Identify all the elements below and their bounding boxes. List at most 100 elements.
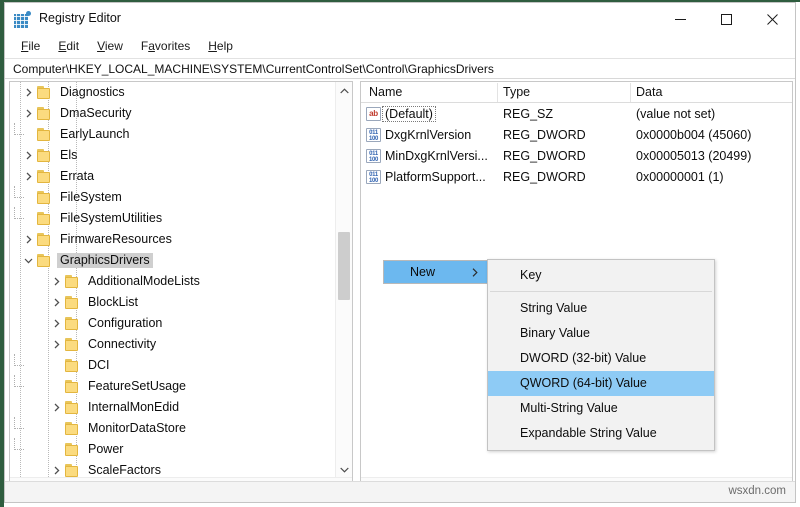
submenu-item-dword-32-bit-value[interactable]: DWORD (32-bit) Value bbox=[488, 346, 714, 371]
tree-scroll-thumb[interactable] bbox=[338, 232, 350, 300]
submenu-item-expandable-string-value[interactable]: Expandable String Value bbox=[488, 421, 714, 446]
submenu-item-multi-string-value[interactable]: Multi-String Value bbox=[488, 396, 714, 421]
submenu-item-key[interactable]: Key bbox=[488, 263, 714, 288]
chevron-right-icon[interactable] bbox=[20, 145, 37, 166]
tree-item-diagnostics[interactable]: Diagnostics bbox=[10, 82, 333, 103]
tree-item-label: MonitorDataStore bbox=[85, 421, 189, 436]
maximize-icon[interactable] bbox=[703, 3, 749, 35]
submenu-item-binary-value[interactable]: Binary Value bbox=[488, 321, 714, 346]
folder-icon bbox=[37, 191, 52, 204]
minimize-icon[interactable] bbox=[657, 3, 703, 35]
chevron-right-icon[interactable] bbox=[48, 334, 65, 355]
value-row[interactable]: 011100PlatformSupport...REG_DWORD0x00000… bbox=[361, 167, 792, 188]
folder-icon bbox=[65, 443, 80, 456]
window-controls bbox=[657, 3, 795, 35]
tree-item-label: FileSystemUtilities bbox=[57, 211, 165, 226]
tree-item-filesystem[interactable]: FileSystem bbox=[10, 187, 333, 208]
context-menu-item-new[interactable]: New bbox=[383, 260, 488, 284]
close-icon[interactable] bbox=[749, 3, 795, 35]
folder-icon bbox=[65, 275, 80, 288]
tree-item-label: Errata bbox=[57, 169, 97, 184]
title-bar: Registry Editor bbox=[5, 3, 795, 35]
tree-item-firmwareresources[interactable]: FirmwareResources bbox=[10, 229, 333, 250]
folder-icon bbox=[65, 296, 80, 309]
chevron-right-icon bbox=[472, 266, 478, 280]
value-row[interactable]: 011100DxgKrnlVersionREG_DWORD0x0000b004 … bbox=[361, 125, 792, 146]
tree-item-label: BlockList bbox=[85, 295, 141, 310]
menu-bar: File Edit View Favorites Help bbox=[5, 35, 795, 57]
tree-item-label: Connectivity bbox=[85, 337, 159, 352]
tree-item-label: AdditionalModeLists bbox=[85, 274, 203, 289]
tree-item-dci[interactable]: DCI bbox=[10, 355, 333, 376]
menu-help[interactable]: Help bbox=[199, 39, 242, 53]
menu-favorites[interactable]: Favorites bbox=[132, 39, 199, 53]
chevron-right-icon[interactable] bbox=[20, 166, 37, 187]
tree-item-filesystemutilities[interactable]: FileSystemUtilities bbox=[10, 208, 333, 229]
chevron-right-icon[interactable] bbox=[20, 229, 37, 250]
submenu-item-qword-64-bit-value[interactable]: QWORD (64-bit) Value bbox=[488, 371, 714, 396]
tree-item-power[interactable]: Power bbox=[10, 439, 333, 460]
folder-icon bbox=[37, 86, 52, 99]
values-column-headers: Name Type Data bbox=[361, 82, 792, 103]
tree-item-els[interactable]: Els bbox=[10, 145, 333, 166]
value-name: DxgKrnlVersion bbox=[385, 128, 471, 142]
tree-item-label: FirmwareResources bbox=[57, 232, 175, 247]
tree-elbow-line bbox=[48, 439, 65, 460]
folder-icon bbox=[37, 233, 52, 246]
submenu-item-string-value[interactable]: String Value bbox=[488, 296, 714, 321]
registry-path: Computer\HKEY_LOCAL_MACHINE\SYSTEM\Curre… bbox=[13, 62, 494, 76]
tree-elbow-line bbox=[48, 418, 65, 439]
chevron-right-icon[interactable] bbox=[48, 397, 65, 418]
new-submenu-items: Key String ValueBinary ValueDWORD (32-bit… bbox=[488, 263, 714, 446]
chevron-down-icon[interactable] bbox=[20, 250, 37, 271]
tree-item-internalmonedid[interactable]: InternalMonEdid bbox=[10, 397, 333, 418]
address-bar[interactable]: Computer\HKEY_LOCAL_MACHINE\SYSTEM\Curre… bbox=[5, 58, 795, 79]
folder-icon bbox=[37, 128, 52, 141]
tree-item-dmasecurity[interactable]: DmaSecurity bbox=[10, 103, 333, 124]
string-value-icon: ab bbox=[366, 107, 381, 121]
tree-vertical-scrollbar[interactable] bbox=[335, 82, 352, 478]
tree-item-label: Configuration bbox=[85, 316, 165, 331]
tree-item-label: DCI bbox=[85, 358, 113, 373]
registry-editor-window: Registry Editor File Edit View Favorites… bbox=[4, 2, 796, 503]
tree-item-graphicsdrivers[interactable]: GraphicsDrivers bbox=[10, 250, 333, 271]
tree-item-additionalmodelists[interactable]: AdditionalModeLists bbox=[10, 271, 333, 292]
menu-edit[interactable]: Edit bbox=[49, 39, 88, 53]
chevron-right-icon[interactable] bbox=[48, 292, 65, 313]
tree-row-list: DiagnosticsDmaSecurityEarlyLaunchEls Erra… bbox=[10, 82, 333, 478]
context-menu-new-label: New bbox=[410, 265, 435, 279]
folder-icon bbox=[65, 359, 80, 372]
scroll-up-icon[interactable] bbox=[336, 82, 352, 99]
scroll-down-icon[interactable] bbox=[336, 461, 352, 478]
value-data: 0x0000b004 (45060) bbox=[636, 128, 751, 142]
tree-item-errata[interactable]: Errata bbox=[10, 166, 333, 187]
tree-item-monitordatastore[interactable]: MonitorDataStore bbox=[10, 418, 333, 439]
chevron-right-icon[interactable] bbox=[20, 103, 37, 124]
column-header-data[interactable]: Data bbox=[636, 85, 662, 99]
value-row[interactable]: 011100MinDxgKrnlVersi...REG_DWORD0x00005… bbox=[361, 146, 792, 167]
column-header-type[interactable]: Type bbox=[503, 85, 530, 99]
tree-item-configuration[interactable]: Configuration bbox=[10, 313, 333, 334]
menu-separator bbox=[490, 291, 712, 292]
tree-item-earlylaunch[interactable]: EarlyLaunch bbox=[10, 124, 333, 145]
value-row[interactable]: ab(Default)REG_SZ(value not set) bbox=[361, 104, 792, 125]
registry-editor-app: Registry Editor File Edit View Favorites… bbox=[0, 0, 800, 507]
tree-item-scalefactors[interactable]: ScaleFactors bbox=[10, 460, 333, 478]
tree-item-featuresetusage[interactable]: FeatureSetUsage bbox=[10, 376, 333, 397]
key-tree-pane: DiagnosticsDmaSecurityEarlyLaunchEls Erra… bbox=[9, 81, 353, 499]
tree-item-blocklist[interactable]: BlockList bbox=[10, 292, 333, 313]
chevron-right-icon[interactable] bbox=[20, 82, 37, 103]
column-divider[interactable] bbox=[497, 83, 498, 102]
chevron-right-icon[interactable] bbox=[48, 313, 65, 334]
column-header-name[interactable]: Name bbox=[369, 85, 402, 99]
tree-item-connectivity[interactable]: Connectivity bbox=[10, 334, 333, 355]
menu-view[interactable]: View bbox=[88, 39, 132, 53]
tree-item-label: FeatureSetUsage bbox=[85, 379, 189, 394]
chevron-right-icon[interactable] bbox=[48, 460, 65, 478]
menu-file[interactable]: File bbox=[12, 39, 49, 53]
chevron-right-icon[interactable] bbox=[48, 271, 65, 292]
key-tree[interactable]: DiagnosticsDmaSecurityEarlyLaunchEls Erra… bbox=[10, 82, 333, 478]
tree-item-label: Power bbox=[85, 442, 126, 457]
column-divider[interactable] bbox=[630, 83, 631, 102]
value-name: (Default) bbox=[383, 107, 435, 121]
